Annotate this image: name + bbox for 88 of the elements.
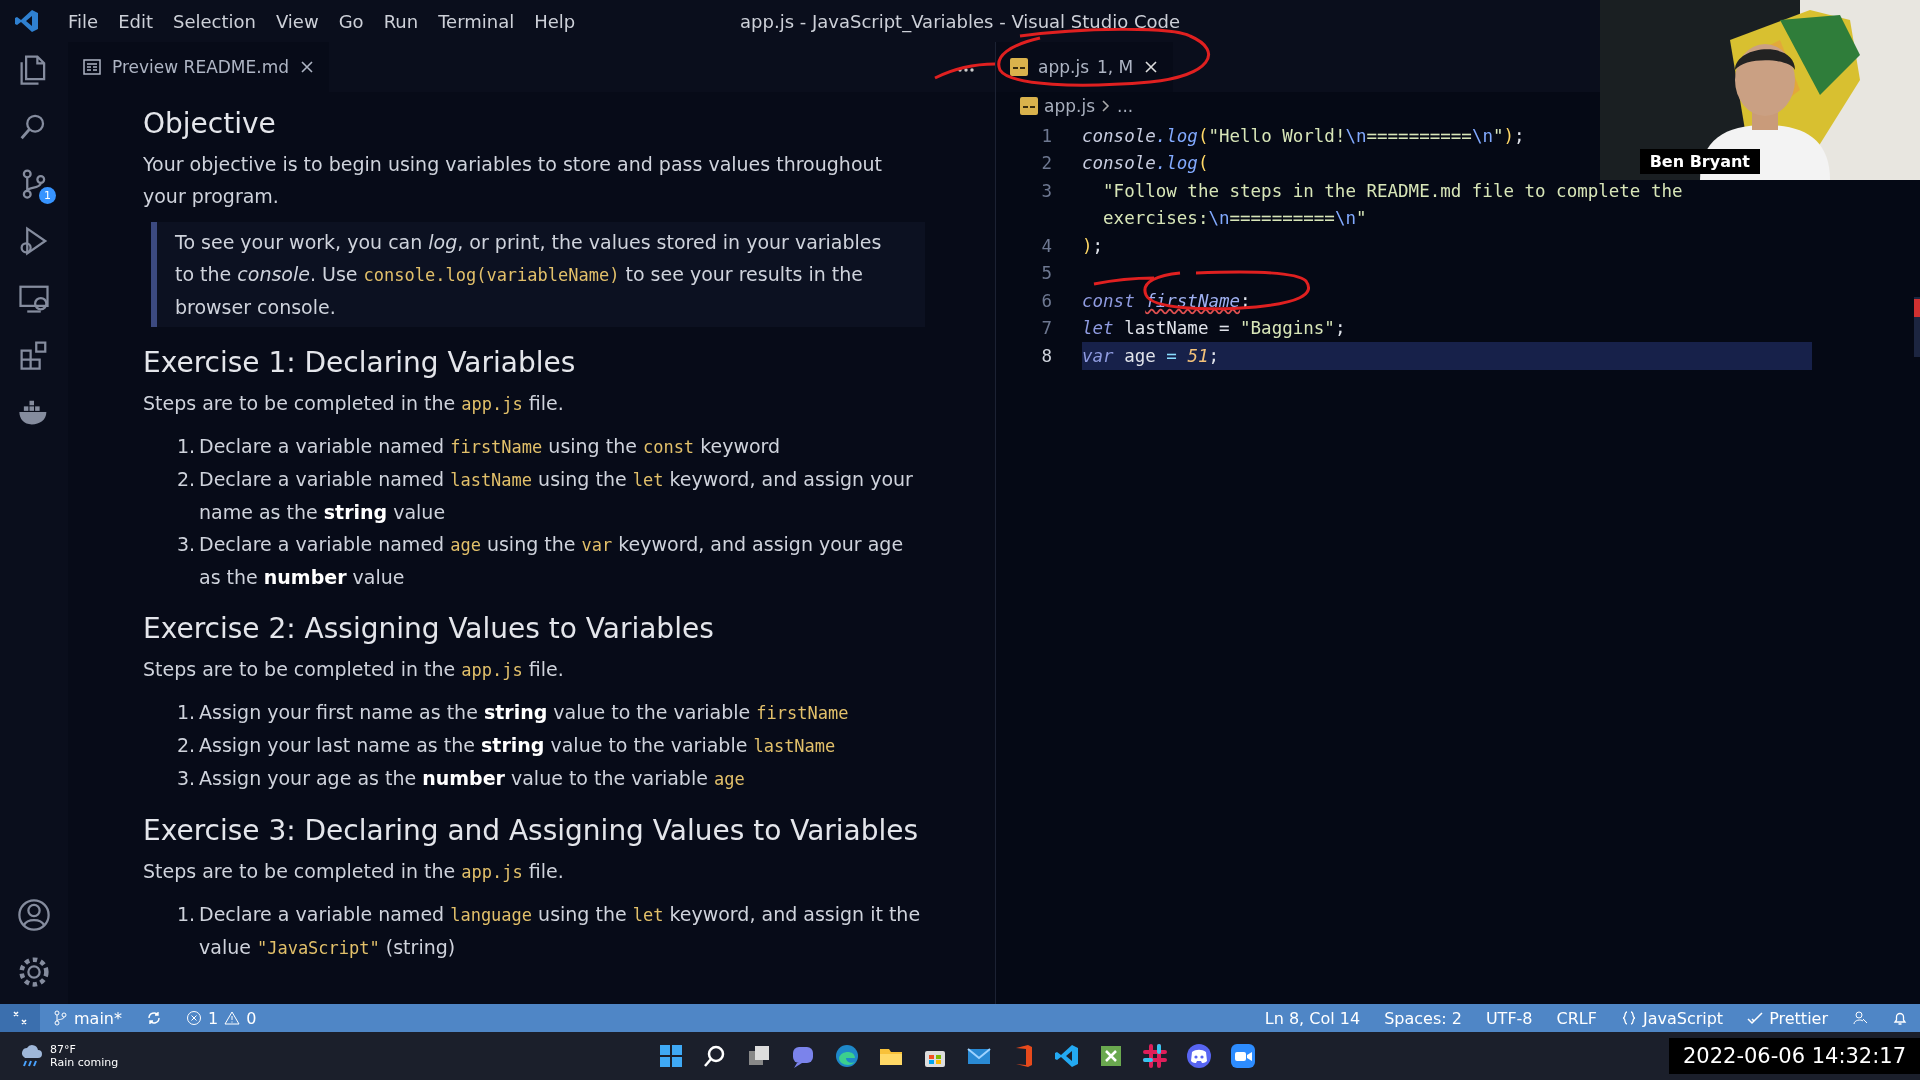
window-title: app.js - JavaScript_Variables - Visual Studio Code bbox=[740, 10, 1180, 32]
language-status[interactable]: JavaScript bbox=[1608, 1004, 1736, 1032]
breadcrumb-item[interactable]: ... bbox=[1117, 96, 1134, 116]
line-number: 5 bbox=[1041, 263, 1052, 284]
branch-status[interactable]: main* bbox=[40, 1004, 134, 1032]
weather-text: Rain coming bbox=[50, 1056, 119, 1069]
overview-ruler bbox=[1914, 297, 1920, 357]
app-logo-icon bbox=[14, 8, 40, 34]
list-number: 3. bbox=[177, 532, 197, 557]
section-heading: Exercise 1: Declaring Variables bbox=[143, 345, 577, 381]
bell-icon[interactable] bbox=[1892, 1010, 1908, 1026]
line-number: 1 bbox=[1041, 125, 1052, 146]
editor-tab[interactable]: Preview README.md bbox=[68, 42, 329, 92]
section-heading: Exercise 3: Declaring and Assigning Values to Variables bbox=[143, 813, 920, 849]
status-item[interactable]: Spaces: 2 bbox=[1372, 1004, 1474, 1032]
menu-item[interactable]: Edit bbox=[108, 6, 163, 36]
remote-icon bbox=[12, 1010, 28, 1026]
list-number: 2. bbox=[177, 733, 197, 758]
list-number: 2. bbox=[177, 467, 197, 492]
controller-icon[interactable] bbox=[1186, 1043, 1212, 1069]
formatter-status[interactable]: Prettier bbox=[1735, 1004, 1840, 1032]
menu-item[interactable]: Terminal bbox=[428, 6, 525, 36]
code-line: var age = 51; bbox=[1082, 345, 1219, 366]
menu-item[interactable]: View bbox=[265, 6, 329, 36]
list-number: 3. bbox=[177, 766, 197, 791]
braces-icon bbox=[1620, 1010, 1637, 1026]
line-number: 7 bbox=[1041, 318, 1052, 339]
windows-icon[interactable] bbox=[658, 1043, 684, 1069]
participant-name: Ben Bryant bbox=[1639, 149, 1760, 174]
sync-icon[interactable] bbox=[146, 1010, 162, 1026]
check-icon bbox=[1747, 1010, 1764, 1026]
list-item-text: Assign your last name as the string value to the variable lastName bbox=[199, 733, 836, 758]
code-line: exercises:\n==========\n" bbox=[1102, 208, 1367, 229]
chevron-icon bbox=[1101, 99, 1111, 113]
code-line: ); bbox=[1082, 235, 1104, 256]
close-icon[interactable] bbox=[1143, 59, 1160, 75]
line-number: 6 bbox=[1041, 290, 1052, 311]
feedback-icon[interactable] bbox=[1852, 1010, 1868, 1026]
status-item[interactable]: CRLF bbox=[1544, 1004, 1609, 1032]
problems-status[interactable]: 1 0 bbox=[174, 1004, 269, 1032]
js-file-icon bbox=[1020, 97, 1038, 115]
code-line: "Follow the steps in the README.md file to complete the bbox=[1102, 180, 1683, 201]
code-line: let lastName = "Baggins"; bbox=[1082, 318, 1346, 339]
warning-icon bbox=[224, 1010, 241, 1026]
line-number: 2 bbox=[1041, 153, 1052, 174]
spreadsheet-icon[interactable] bbox=[1098, 1043, 1124, 1069]
branch-icon bbox=[52, 1010, 68, 1026]
paragraph: Your objective is to begin using variables to store and pass values throughout your program. bbox=[143, 152, 883, 209]
video-icon[interactable] bbox=[1230, 1043, 1256, 1069]
list-item-text: Assign your age as the number value to the variable age bbox=[199, 766, 745, 791]
list-number: 1. bbox=[177, 700, 197, 725]
editor-tab[interactable]: app.js 1, M bbox=[996, 42, 1174, 92]
status-item[interactable]: Ln 8, Col 14 bbox=[1252, 1004, 1373, 1032]
menu-item[interactable]: Go bbox=[328, 6, 374, 36]
line-number: 8 bbox=[1041, 345, 1052, 366]
code-editor-icon[interactable] bbox=[1054, 1043, 1080, 1069]
code-line: console.log("Hello World!\n==========\n"); bbox=[1082, 125, 1525, 146]
menu-item[interactable]: Run bbox=[373, 6, 429, 36]
clock: 2022-06-06 14:32:17 bbox=[1668, 1038, 1920, 1074]
paragraph: Steps are to be completed in the app.js file. bbox=[143, 859, 565, 884]
close-icon[interactable] bbox=[299, 59, 315, 75]
paragraph: Steps are to be completed in the app.js file. bbox=[143, 391, 565, 416]
paragraph: Steps are to be completed in the app.js file. bbox=[143, 657, 565, 682]
status-item[interactable]: UTF-8 bbox=[1473, 1004, 1545, 1032]
list-item-text: Assign your first name as the string value to the variable firstName bbox=[199, 700, 849, 725]
list-item-text: Declare a variable named language using the let keyword, and assign it the value "JavaScript" (string) bbox=[199, 902, 922, 960]
line-number: 4 bbox=[1041, 235, 1052, 256]
list-item-text: Declare a variable named age using the var keyword, and assign your age as the number value bbox=[199, 532, 905, 590]
error-icon bbox=[186, 1010, 202, 1026]
menu-item[interactable]: File bbox=[58, 6, 109, 36]
menu-item[interactable]: Selection bbox=[163, 6, 266, 36]
menu-item[interactable]: Help bbox=[524, 6, 586, 36]
preview-icon bbox=[82, 57, 102, 77]
temperature: 87°F bbox=[50, 1043, 77, 1056]
line-number: 3 bbox=[1041, 180, 1052, 201]
note-quote: To see your work, you can log, or print, the values stored in your variables to the console. Use console.log(variableName) to see your results in the browser console. bbox=[151, 222, 925, 327]
list-number: 1. bbox=[177, 434, 197, 459]
list-item-text: Declare a variable named firstName using the const keyword bbox=[199, 434, 781, 459]
browser-icon[interactable] bbox=[834, 1043, 860, 1069]
hash-icon[interactable] bbox=[1142, 1043, 1168, 1069]
list-number: 1. bbox=[177, 902, 197, 927]
section-heading: Exercise 2: Assigning Values to Variables bbox=[143, 611, 715, 647]
js-file-icon bbox=[1010, 58, 1028, 76]
account-icon[interactable] bbox=[16, 897, 52, 933]
breadcrumb-item[interactable]: app.js bbox=[1044, 96, 1095, 116]
remote-button[interactable] bbox=[0, 1004, 40, 1032]
code-line: console.log( bbox=[1082, 153, 1209, 174]
section-heading: Objective bbox=[143, 106, 277, 142]
